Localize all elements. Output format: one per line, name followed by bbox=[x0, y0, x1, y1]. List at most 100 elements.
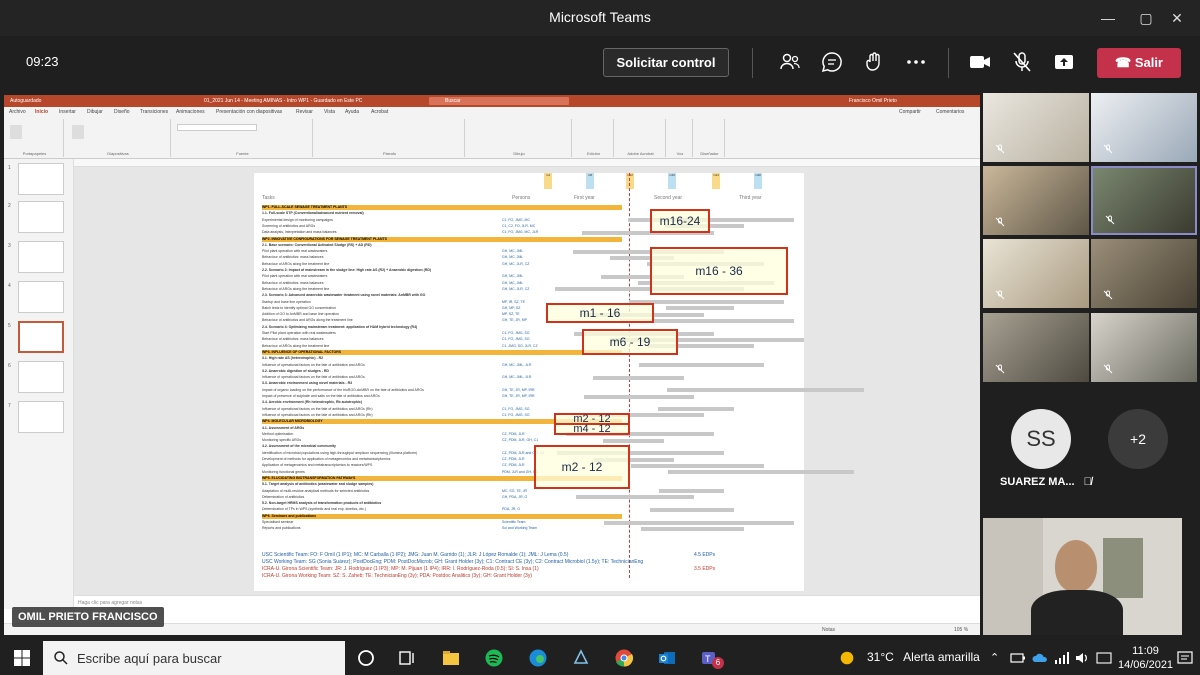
chrome-icon[interactable] bbox=[614, 648, 634, 668]
subtask-row: Adaptation of multi-residue analytical m… bbox=[262, 488, 370, 493]
tab-transiciones[interactable]: Transiciones bbox=[140, 109, 168, 115]
footnote-edps: 4.5 EDPs bbox=[694, 552, 716, 558]
timeline-box: m4 - 12 bbox=[554, 423, 630, 435]
battery-icon[interactable] bbox=[1010, 651, 1026, 665]
tab-insertar[interactable]: Insertar bbox=[59, 109, 76, 115]
paste-icon[interactable] bbox=[10, 125, 22, 139]
task-row: 4.1. Assessment of ARGs bbox=[262, 425, 305, 430]
video-tile[interactable] bbox=[1091, 313, 1197, 382]
outlook-icon[interactable] bbox=[657, 648, 677, 668]
video-tile[interactable] bbox=[1091, 239, 1197, 308]
footnote-usc-working: USC Working Team: SG (Sonia Suárez); Pos… bbox=[262, 559, 644, 565]
slide-thumbnail[interactable] bbox=[18, 201, 64, 233]
notifications-icon[interactable] bbox=[1176, 649, 1194, 667]
slide-thumbnail[interactable] bbox=[18, 361, 64, 393]
slide-thumbnail[interactable] bbox=[18, 281, 64, 313]
participant-avatar[interactable]: SS bbox=[1011, 409, 1071, 469]
timeline-box: m2 - 12 bbox=[534, 445, 630, 489]
new-slide-icon[interactable] bbox=[72, 125, 84, 139]
edge-icon[interactable] bbox=[528, 648, 548, 668]
chevron-up-icon[interactable]: ⌃ bbox=[990, 651, 999, 664]
task-view-icon[interactable] bbox=[397, 648, 417, 668]
subtask-row: Behaviour of antibiotics: mass balances bbox=[262, 280, 324, 285]
request-control-button[interactable]: Solicitar control bbox=[603, 48, 729, 77]
share-button[interactable]: Compartir bbox=[899, 109, 921, 115]
video-tile[interactable] bbox=[983, 239, 1089, 308]
windows-taskbar: Escribe aquí para buscar T 6 31°C Alerta… bbox=[0, 641, 1200, 675]
video-tile[interactable] bbox=[983, 313, 1089, 382]
slide[interactable]: m4 m8 m12 m16 m24 m30 Tasks Persons Firs… bbox=[254, 173, 864, 591]
subtask-row: Determination of TPs in WPS (synthetic a… bbox=[262, 507, 367, 512]
subtask-row: Addition of GO to AnMBR and base line op… bbox=[262, 312, 340, 317]
tab-animaciones[interactable]: Animaciones bbox=[176, 109, 205, 115]
weather-widget[interactable]: 31°C Alerta amarilla bbox=[867, 650, 980, 664]
ribbon-group-label: Diseñador bbox=[700, 151, 719, 156]
notes-pane[interactable]: Haga clic para agregar notas bbox=[74, 595, 980, 609]
subtask-row: Development of methods for application o… bbox=[262, 457, 391, 461]
year-header: First year bbox=[574, 195, 595, 201]
subtask-row: Pilot plant operation with real wastewat… bbox=[262, 249, 328, 254]
comments-button[interactable]: Comentarios bbox=[936, 109, 964, 115]
persons-cell: Scientific Team bbox=[502, 520, 526, 524]
tab-presentacion[interactable]: Presentación con diapositivas bbox=[216, 109, 282, 115]
tab-dibujar[interactable]: Dibujar bbox=[87, 109, 103, 115]
system-clock[interactable]: 11:09 14/06/2021 bbox=[1118, 644, 1173, 672]
video-tile[interactable] bbox=[983, 166, 1089, 235]
leave-button[interactable]: ☎ Salir bbox=[1097, 48, 1181, 78]
camera-icon[interactable] bbox=[968, 50, 992, 74]
tab-inicio[interactable]: Inicio bbox=[35, 109, 48, 115]
gantt-bar bbox=[631, 463, 764, 468]
font-family-select[interactable] bbox=[177, 124, 257, 131]
volume-icon[interactable] bbox=[1075, 651, 1091, 665]
more-options-icon[interactable] bbox=[904, 50, 928, 74]
windows-start-icon[interactable] bbox=[12, 648, 32, 668]
video-tile[interactable] bbox=[1091, 93, 1197, 162]
slide-thumbnail[interactable] bbox=[18, 401, 64, 433]
toolbar-divider bbox=[948, 48, 949, 78]
tab-ayuda[interactable]: Ayuda bbox=[345, 109, 359, 115]
weather-sun-icon[interactable] bbox=[838, 649, 856, 667]
search-box[interactable]: Buscar bbox=[429, 97, 569, 105]
persons-cell: C1, JMG, SG, JLR, CZ bbox=[502, 343, 538, 348]
window-title: Microsoft Teams bbox=[549, 9, 651, 25]
subtask-row: Data analysis, interpretation and mass b… bbox=[262, 230, 337, 235]
gantt-bar bbox=[593, 375, 684, 380]
thumbnail-number: 5 bbox=[8, 323, 11, 329]
timeline-box: m1 - 16 bbox=[546, 303, 654, 323]
notes-toggle[interactable]: Notas bbox=[822, 627, 835, 633]
cortana-icon[interactable] bbox=[356, 648, 376, 668]
close-button[interactable]: ✕ bbox=[1154, 0, 1200, 36]
chat-icon[interactable] bbox=[820, 50, 844, 74]
tab-revisar[interactable]: Revisar bbox=[296, 109, 313, 115]
share-screen-icon[interactable] bbox=[1052, 50, 1076, 74]
language-icon[interactable] bbox=[1096, 651, 1112, 665]
reactions-icon[interactable] bbox=[862, 50, 886, 74]
autosave-label[interactable]: Autoguardado bbox=[10, 98, 41, 104]
weather-alert: Alerta amarilla bbox=[903, 650, 980, 664]
mic-muted-icon[interactable] bbox=[1010, 50, 1034, 74]
onedrive-icon[interactable] bbox=[1032, 651, 1048, 665]
participants-icon[interactable] bbox=[778, 50, 802, 74]
network-icon[interactable] bbox=[1054, 651, 1070, 665]
video-tile[interactable] bbox=[983, 93, 1089, 162]
svg-text:T: T bbox=[705, 654, 711, 664]
meeting-timer: 09:23 bbox=[26, 54, 59, 69]
cloud-drive-icon[interactable] bbox=[571, 648, 591, 668]
tab-vista[interactable]: Vista bbox=[324, 109, 335, 115]
gantt-bar bbox=[584, 394, 694, 399]
milestone-marker: m30 bbox=[754, 173, 762, 189]
taskbar-search[interactable]: Escribe aquí para buscar bbox=[43, 641, 345, 675]
timeline-box: m16-24 bbox=[650, 209, 710, 233]
thumbnail-number: 3 bbox=[8, 243, 11, 249]
spotify-icon[interactable] bbox=[484, 648, 504, 668]
file-explorer-icon[interactable] bbox=[441, 648, 461, 668]
slide-thumbnail-selected[interactable] bbox=[18, 321, 64, 353]
tab-acrobat[interactable]: Acrobat bbox=[371, 109, 388, 115]
more-participants-button[interactable]: +2 bbox=[1108, 409, 1168, 469]
slide-thumbnail[interactable] bbox=[18, 163, 64, 195]
video-tile-active-speaker[interactable] bbox=[1091, 166, 1197, 235]
zoom-level[interactable]: 105 % bbox=[954, 627, 968, 633]
tab-archivo[interactable]: Archivo bbox=[9, 109, 26, 115]
tab-diseno[interactable]: Diseño bbox=[114, 109, 130, 115]
slide-thumbnail[interactable] bbox=[18, 241, 64, 273]
